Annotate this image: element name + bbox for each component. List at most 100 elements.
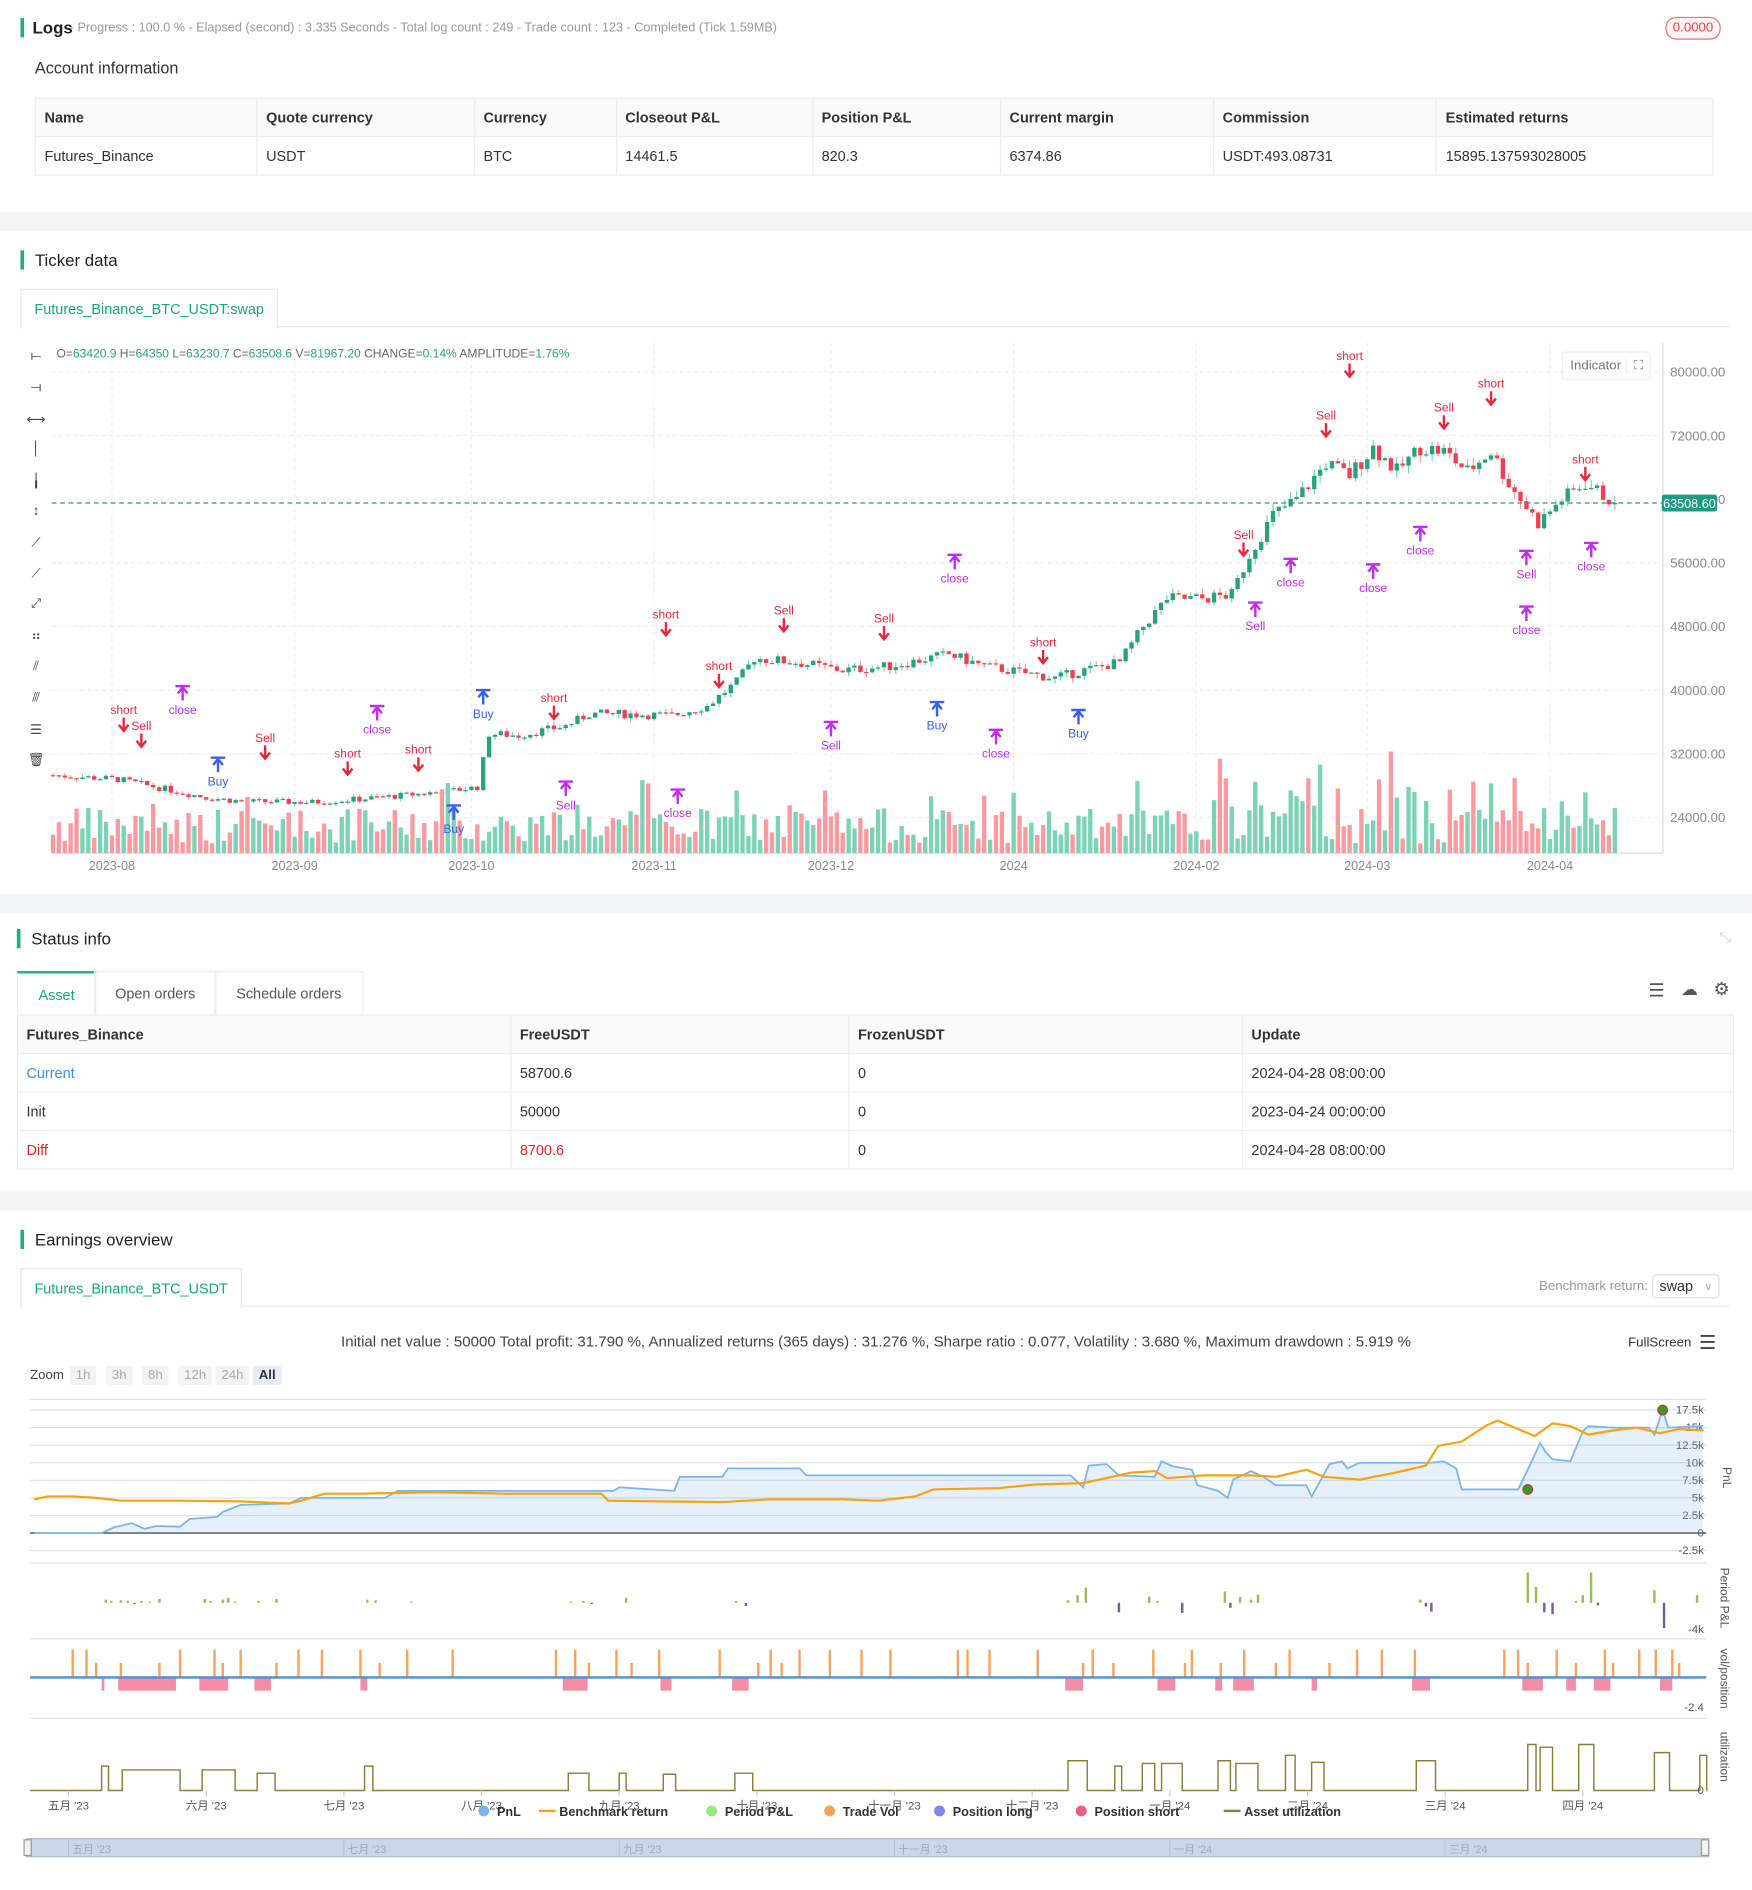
position-short-block [1659, 1677, 1673, 1691]
candle [304, 802, 309, 805]
zoom-1h[interactable]: 1h [69, 1365, 97, 1385]
legend-item-benchmark-return[interactable]: Benchmark return [538, 1805, 668, 1819]
account-table: Name Quote currency Currency Closeout P&L Po… [34, 97, 1714, 176]
arrow-down-icon [259, 745, 271, 761]
volume-bar [1418, 843, 1423, 854]
candle [1577, 489, 1582, 491]
earnings-title: Earnings overview [20, 1229, 173, 1250]
tab-schedule-orders[interactable]: Schedule orders [214, 971, 364, 1015]
volume-bar [1259, 805, 1264, 854]
divider [0, 211, 1752, 232]
menu-icon[interactable]: ☰ [1699, 1331, 1716, 1355]
volume-bar [139, 816, 144, 854]
volume-bar [858, 818, 863, 854]
settings-icon[interactable]: ⚙ [1713, 978, 1729, 999]
zoom-All[interactable]: All [252, 1365, 282, 1385]
candle [422, 793, 427, 795]
candle [587, 717, 592, 720]
volume-bar [1117, 813, 1122, 854]
candle [923, 661, 928, 663]
volume-bar [722, 816, 728, 854]
candle [1494, 455, 1500, 459]
candle [1323, 468, 1329, 470]
volume-bar [1606, 835, 1612, 854]
zoom-3h[interactable]: 3h [105, 1365, 133, 1385]
candle [380, 796, 386, 798]
volume-bar [1335, 788, 1340, 854]
zoom-8h[interactable]: 8h [141, 1365, 169, 1385]
candlestick-chart[interactable]: 80000.0072000.0064000.0056000.0048000.00… [0, 337, 1752, 878]
tab-open-orders[interactable]: Open orders [93, 971, 217, 1015]
candle [280, 798, 285, 801]
cloud-upload-icon[interactable]: ☁ [1681, 979, 1698, 999]
candle [1011, 667, 1016, 674]
signal-marker-short: short [653, 607, 680, 638]
legend-item-asset-utilization[interactable]: Asset utilization [1223, 1805, 1341, 1819]
candle [504, 731, 509, 737]
table-cell: 820.3 [811, 135, 1002, 176]
legend-item-trade-vol[interactable]: Trade Vol [824, 1805, 899, 1819]
volume-bar [333, 842, 339, 854]
candle [251, 799, 256, 802]
earnings-chart[interactable]: 17.5k15k12.5k10k7.5k5k2.5k0-2.5kPnL-4kPe… [0, 1390, 1752, 1871]
volume-bar [245, 796, 250, 854]
tab-earnings-symbol[interactable]: Futures_Binance_BTC_USDT [20, 1268, 242, 1308]
volume-bar [1099, 826, 1105, 854]
volume-bar [1170, 824, 1175, 854]
column-header: FrozenUSDT [848, 1014, 1244, 1055]
candle [1135, 630, 1140, 643]
arrow-up-icon [988, 728, 1004, 745]
volume-bar [616, 819, 621, 854]
legend-item-position-short[interactable]: Position short [1075, 1805, 1180, 1819]
column-header: Estimated returns [1436, 97, 1714, 138]
signal-label: Sell [1516, 568, 1536, 582]
volume-bars [50, 751, 1617, 854]
pnl-marker [1522, 1484, 1534, 1495]
candle [233, 800, 238, 803]
trade-vol-bar [860, 1649, 863, 1678]
volume-bar [168, 833, 174, 854]
trade-vol-bar [828, 1649, 832, 1678]
zoom-12h[interactable]: 12h [178, 1365, 213, 1385]
candle [705, 705, 710, 712]
period-pnl-bar [1229, 1602, 1232, 1608]
volume-bar [687, 837, 692, 854]
candle [374, 796, 380, 798]
volume-bar [793, 811, 798, 854]
table-cell[interactable]: Current [16, 1052, 512, 1093]
candle [1359, 462, 1364, 469]
volume-bar [180, 842, 185, 854]
candle [622, 709, 627, 719]
fullscreen-button[interactable]: FullScreen [1628, 1336, 1691, 1350]
trade-vol-bar [1112, 1662, 1115, 1678]
volume-bar [1506, 820, 1511, 854]
list-icon[interactable]: ☰ [1649, 979, 1665, 1001]
legend-item-pnl[interactable]: PnL [478, 1805, 521, 1819]
volume-bar [410, 814, 415, 854]
candle [763, 659, 769, 663]
arrow-down-icon [135, 733, 148, 749]
zoom-24h[interactable]: 24h [215, 1365, 250, 1385]
volume-bar [575, 804, 580, 854]
arrow-down-icon [1320, 423, 1332, 439]
candle [1459, 463, 1464, 468]
volume-bar [539, 815, 545, 854]
candle [1200, 594, 1205, 599]
y-tick-label: 48000.00 [1670, 619, 1725, 634]
candle [811, 660, 816, 666]
signal-label: short [334, 747, 361, 761]
candle [1541, 514, 1547, 529]
candle [657, 712, 663, 714]
legend-item-period-p-l[interactable]: Period P&L [706, 1805, 793, 1819]
volume-bar [1264, 836, 1270, 854]
candle [369, 796, 374, 800]
tab-asset[interactable]: Asset [16, 971, 97, 1016]
candle [899, 666, 904, 668]
navigator-handle-right[interactable] [1700, 1839, 1710, 1857]
legend-item-position-long[interactable]: Position long [934, 1805, 1033, 1819]
navigator-handle-left[interactable] [23, 1839, 32, 1857]
collapse-icon[interactable]: ⤡ [1720, 929, 1732, 947]
volume-bar [740, 815, 745, 854]
benchmark-select[interactable]: swap ∨ [1652, 1274, 1720, 1299]
tab-ticker-symbol[interactable]: Futures_Binance_BTC_USDT:swap [20, 288, 278, 329]
